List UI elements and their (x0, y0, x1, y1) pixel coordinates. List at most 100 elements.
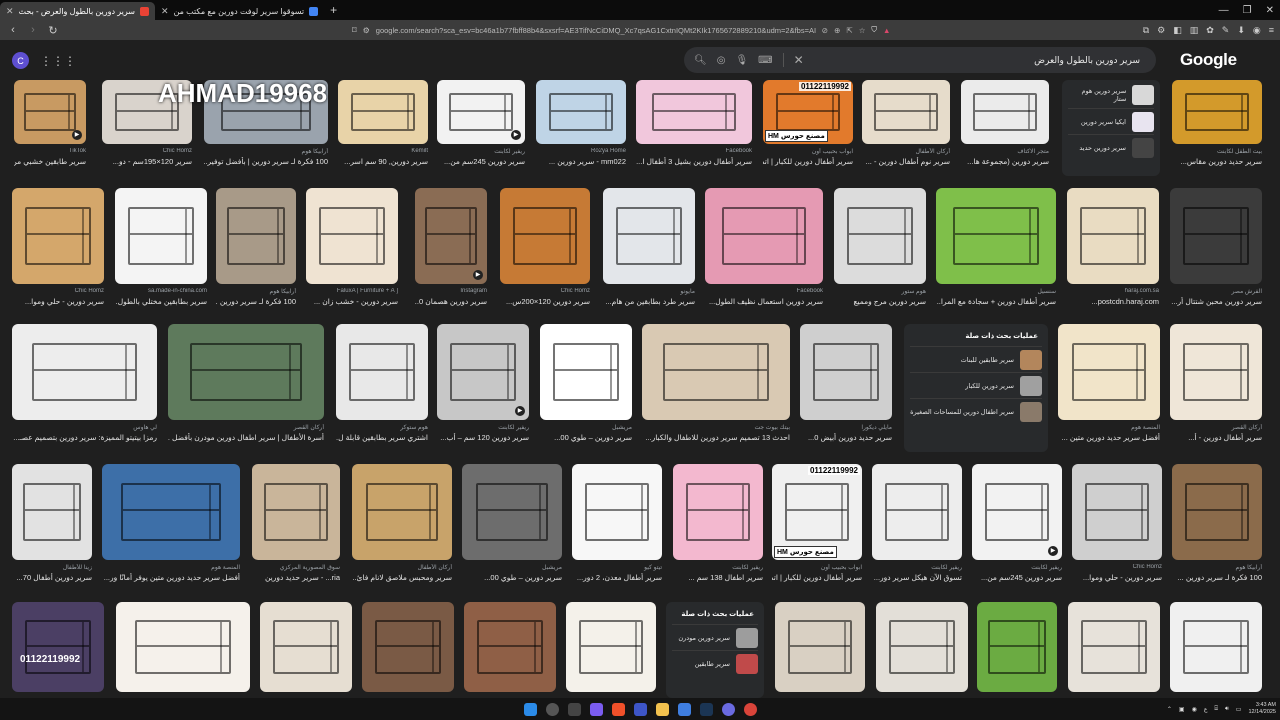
share-icon[interactable]: ⇱ (846, 26, 852, 35)
apps-grid-icon[interactable]: ⋮⋮⋮ (40, 54, 76, 68)
lens-icon[interactable]: ◎ (717, 55, 726, 66)
image-thumbnail[interactable]: ▶ (415, 188, 487, 284)
image-thumbnail[interactable] (834, 188, 926, 284)
reload-icon[interactable]: ↻ (46, 24, 60, 37)
image-thumbnail[interactable] (12, 324, 157, 420)
result-source[interactable]: سوق المصورية المركزي (252, 564, 340, 571)
result-source[interactable]: ريفير لكابنت (437, 148, 525, 155)
image-thumbnail[interactable] (462, 464, 562, 560)
image-thumbnail[interactable] (12, 464, 92, 560)
url-text[interactable]: google.com/search?sca_esv=bc46a1b77fbff8… (376, 26, 816, 35)
result-source[interactable]: أرابيكا هوم (1172, 564, 1263, 571)
bookmark-icon[interactable]: ⌑ (352, 25, 357, 36)
result-source[interactable]: أركان الأطفال (862, 148, 950, 155)
result-title[interactable]: سرير طابقين خشبي من... (14, 157, 86, 166)
result-title[interactable]: سرير دورين – طوي 00... (462, 573, 562, 582)
image-result-card[interactable] (775, 602, 865, 698)
search-icon[interactable]: 🔍︎ (694, 55, 707, 66)
result-title[interactable]: سرير دورين هصمان 0... (415, 297, 487, 306)
image-result-card[interactable]: Facebook سرير دورين استعمال نظيف الطول... (705, 188, 823, 312)
image-thumbnail[interactable] (642, 324, 790, 420)
clock[interactable]: 3:43 AM 12/14/2025 (1248, 702, 1276, 716)
result-title[interactable]: سرير دورين, 90 سم اسر... (338, 157, 428, 166)
image-thumbnail[interactable] (872, 464, 962, 560)
google-logo[interactable]: Google (1180, 50, 1237, 70)
site-info-icon[interactable]: ⚙ (363, 26, 370, 35)
image-thumbnail[interactable] (336, 324, 428, 420)
image-thumbnail[interactable] (252, 464, 340, 560)
steam-icon[interactable] (699, 702, 713, 716)
image-thumbnail[interactable] (1068, 602, 1160, 692)
search-box[interactable]: 🔍︎ ◎ 🎙︎ ⌨ ✕ سرير دورين بالطول والعرض (684, 47, 1156, 73)
result-source[interactable]: Instagram (415, 288, 487, 294)
image-thumbnail[interactable] (536, 80, 626, 144)
image-result-card[interactable]: أرابيكا هوم 100 فكرة لـ سرير دورين ... (216, 188, 296, 312)
result-source[interactable]: Chic Homz (1072, 564, 1162, 570)
task-view-icon[interactable] (567, 702, 581, 716)
result-title[interactable]: سرير طرد بطابقين من هام... (603, 297, 695, 306)
image-result-card[interactable]: مايلي ديكورا سرير حديد دورين أبيض 0... (800, 324, 892, 448)
result-title[interactable]: mm022 - سرير دورين ... (536, 157, 626, 166)
image-result-card[interactable]: Chic Homz سرير دورين 120×200س... (500, 188, 590, 312)
related-search-item[interactable]: سرير دورين هوم ستار (1068, 82, 1154, 108)
image-thumbnail[interactable] (705, 188, 823, 284)
result-title[interactable]: سرير نوم أطفال دورين - ... (862, 157, 950, 166)
result-title[interactable]: 100 فكرة لـ سرير دورين ... (1172, 573, 1263, 582)
keyboard-icon[interactable]: ⌨ (758, 55, 772, 66)
result-title[interactable]: أفضل سرير حديد دورين متين ... (1058, 433, 1160, 442)
result-title[interactable]: سرير دورين أطفال 70... (12, 573, 92, 582)
chevron-up-icon[interactable]: ⌃ (1167, 706, 1172, 713)
result-source[interactable]: هوم ستوكر (336, 424, 428, 431)
result-source[interactable]: Chic Homz (500, 288, 590, 294)
result-title[interactable]: سرير بطابقين مختلي بالطول... (115, 297, 207, 306)
result-title[interactable]: أسرة الأطفال | سرير اطفال دورين مودرن بأ… (168, 433, 324, 442)
result-title[interactable]: سرير 120×195سم - دو... (102, 157, 192, 166)
image-thumbnail[interactable] (464, 602, 556, 692)
extension-icon[interactable]: ✎ (1222, 25, 1230, 36)
image-result-card[interactable]: Ro2ya Home mm022 - سرير دورين ... (536, 80, 626, 172)
battery-icon[interactable]: ▭ (1236, 706, 1242, 713)
result-title[interactable]: سرير دورين استعمال نظيف الطول... (705, 297, 823, 306)
search-input[interactable]: سرير دورين بالطول والعرض (814, 55, 1146, 66)
image-result-card[interactable]: ▶ TikTok سرير طابقين خشبي من... (14, 80, 86, 172)
menu-icon[interactable]: ≡ (1269, 25, 1274, 35)
app-tray-icon[interactable]: ▣ (1179, 706, 1185, 713)
result-title[interactable]: سرير أطفال دورين للكبار | اتصـ... (772, 573, 862, 582)
result-source[interactable]: أركان الأطفال (352, 564, 452, 571)
result-source[interactable]: Chic Homz (102, 148, 192, 154)
image-result-card[interactable]: زينا للأطفال سرير دورين أطفال 70... (12, 464, 92, 588)
result-title[interactable]: سرير أطفال معدن، 2 دور... (572, 573, 662, 582)
image-thumbnail[interactable]: ▶ (14, 80, 86, 144)
result-title[interactable]: سرير أطفال دورين + سجادة مع المرا... (936, 297, 1056, 306)
result-title[interactable]: تسوق الآن هيكل سرير دور... (872, 573, 962, 582)
extension-icon[interactable]: ⚙ (1157, 25, 1165, 36)
image-result-card[interactable]: المنصة هوم أفضل سرير حديد دورين متين ... (1058, 324, 1160, 448)
search-icon[interactable] (545, 702, 559, 716)
related-search-item[interactable]: سرير طابقين (672, 650, 758, 676)
image-thumbnail[interactable] (636, 80, 752, 144)
image-thumbnail[interactable]: 01122119992 (12, 602, 104, 692)
result-source[interactable]: ريفير لكابنت (437, 424, 529, 431)
image-result-card[interactable]: الفرش مصر سرير دورين محبن شتتال أر... (1170, 188, 1262, 312)
store-icon[interactable] (677, 702, 691, 716)
back-arrow-icon[interactable]: ‹ (6, 24, 20, 36)
image-thumbnail[interactable] (260, 602, 352, 692)
result-source[interactable]: زينا للأطفال (12, 564, 92, 571)
forward-arrow-icon[interactable]: › (26, 24, 40, 36)
result-title[interactable]: سرير دورين محبن شتتال أر... (1170, 297, 1262, 306)
image-result-card[interactable] (876, 602, 968, 698)
windows-start-icon[interactable] (523, 702, 537, 716)
image-thumbnail[interactable] (115, 188, 207, 284)
result-source[interactable]: ابواب بحبيب أون (772, 564, 862, 571)
result-title[interactable]: اشتري سرير بطابقين قابلة ل... (336, 433, 428, 442)
result-source[interactable]: مايلي ديكورا (800, 424, 892, 431)
image-result-card[interactable]: سنسيل سرير أطفال دورين + سجادة مع المرا..… (936, 188, 1056, 312)
image-result-card[interactable]: المنصة هوم أفضل سرير حديد دورين متين يوفر… (102, 464, 240, 588)
image-result-card[interactable]: [ FaluxA | Furniture + A سرير دورين - خشب… (306, 188, 398, 312)
result-source[interactable]: متجر الاكتاف (961, 148, 1049, 155)
image-result-card[interactable] (977, 602, 1057, 698)
image-result-card[interactable] (464, 602, 556, 698)
image-thumbnail[interactable] (673, 464, 763, 560)
image-result-card[interactable]: بيتك بيوت جت احدث 13 تصميم سرير دورين للا… (642, 324, 790, 448)
image-result-card[interactable]: مريشبل سرير دورين – طوي 00... (462, 464, 562, 588)
